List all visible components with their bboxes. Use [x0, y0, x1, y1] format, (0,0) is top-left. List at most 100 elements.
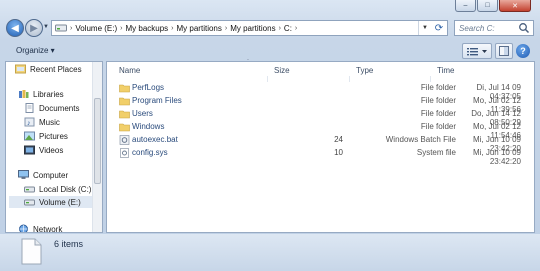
back-button[interactable]: ◀ — [6, 19, 24, 37]
file-size: 24 — [334, 135, 343, 144]
nav-item-videos[interactable]: Videos — [24, 144, 63, 156]
breadcrumb-volume[interactable]: Volume (E:) — [75, 24, 117, 33]
change-view-button[interactable] — [462, 43, 492, 59]
folder-icon — [119, 84, 130, 93]
file-type: File folder — [420, 122, 456, 131]
view-controls: ? — [462, 43, 530, 59]
explorer-window: – □ ✕ ◀ ▶ ▼ › Volume (E:) › My backups ›… — [0, 0, 540, 271]
drive-icon — [24, 199, 35, 206]
help-button[interactable]: ? — [516, 44, 530, 58]
nav-item-volume-e[interactable]: Volume (E:) — [9, 196, 95, 208]
search-icon — [519, 23, 530, 34]
file-time: Mi, Jun 10 09 23:42:20 — [472, 148, 521, 166]
file-row-autoexec[interactable]: autoexec.bat 24 Windows Batch File Mi, J… — [119, 134, 524, 153]
maximize-button[interactable]: □ — [477, 0, 498, 12]
drive-icon — [24, 186, 35, 193]
pictures-icon — [24, 131, 35, 141]
breadcrumb-my-partitions[interactable]: My partitions — [177, 24, 222, 33]
file-size: 10 — [334, 148, 343, 157]
column-header-time[interactable]: Time — [437, 66, 454, 75]
nav-label: Volume (E:) — [39, 197, 81, 207]
nav-item-documents[interactable]: Documents — [24, 102, 79, 114]
svg-text:♪: ♪ — [27, 120, 31, 127]
breadcrumb-separator[interactable]: › — [171, 25, 173, 32]
nav-label: Recent Places — [30, 64, 82, 74]
search-box[interactable]: Search C: — [454, 20, 534, 36]
file-type: File folder — [420, 96, 456, 105]
nav-label: Documents — [39, 103, 80, 113]
column-header-type[interactable]: Type — [356, 66, 373, 75]
file-name: Program Files — [132, 96, 182, 105]
search-input[interactable]: Search C: — [459, 24, 518, 33]
file-type: Windows Batch File — [385, 135, 456, 144]
close-button[interactable]: ✕ — [499, 0, 531, 12]
drive-icon — [55, 24, 67, 32]
file-name: Windows — [132, 122, 165, 131]
address-bar[interactable]: › Volume (E:) › My backups › My partitio… — [51, 20, 448, 36]
breadcrumb-separator[interactable]: › — [295, 25, 297, 32]
breadcrumb-my-partitions-2[interactable]: My partitions — [230, 24, 275, 33]
recent-places-icon — [15, 64, 26, 74]
breadcrumb-separator[interactable]: › — [279, 25, 281, 32]
file-row-users[interactable]: Users File folder Do, Jun 14 12 08:50:29 — [119, 108, 524, 127]
details-pane: 6 items — [0, 234, 540, 271]
nav-scrollbar-thumb[interactable] — [94, 98, 101, 184]
address-dropdown-button[interactable]: ▼ — [418, 21, 431, 35]
details-view-icon — [467, 47, 487, 55]
nav-item-libraries[interactable]: Libraries — [18, 88, 64, 100]
help-icon: ? — [520, 46, 526, 56]
organize-button[interactable]: Organize ▾ — [16, 46, 55, 55]
minimize-button[interactable]: – — [455, 0, 476, 12]
file-name: PerfLogs — [132, 83, 165, 92]
back-arrow-icon: ◀ — [11, 22, 19, 34]
preview-pane-button[interactable] — [495, 43, 513, 59]
item-count: 6 items — [54, 239, 84, 249]
column-header-size[interactable]: Size — [274, 66, 290, 75]
nav-item-local-disk[interactable]: Local Disk (C:) — [24, 183, 91, 195]
title-bar: – □ ✕ — [0, 0, 540, 13]
nav-item-network[interactable]: Network — [18, 223, 63, 233]
sort-indicator-icon: ˆ — [247, 60, 249, 66]
nav-label: Videos — [39, 145, 64, 155]
file-row-windows[interactable]: Windows File folder Mo, Jul 02 12 11:54:… — [119, 121, 524, 140]
nav-label: Music — [39, 117, 60, 127]
nav-scrollbar[interactable] — [92, 62, 102, 232]
breadcrumb-separator[interactable]: › — [120, 25, 122, 32]
file-row-program-files[interactable]: Program Files File folder Mo, Jul 02 12 … — [119, 95, 524, 114]
breadcrumb-separator[interactable]: › — [70, 25, 72, 32]
folder-icon — [119, 97, 130, 106]
nav-item-recent-places[interactable]: Recent Places — [15, 63, 82, 75]
window-controls: – □ ✕ — [455, 0, 531, 12]
column-header-name[interactable]: Name — [119, 66, 140, 75]
breadcrumb-my-backups[interactable]: My backups — [125, 24, 168, 33]
file-list: Name Size Type Time ˆ PerfLogs File fold… — [106, 60, 535, 233]
batch-file-icon — [119, 135, 130, 145]
nav-item-music[interactable]: ♪ Music — [24, 116, 60, 128]
file-type: File folder — [420, 83, 456, 92]
file-row-config[interactable]: config.sys 10 System file Mi, Jun 10 09 … — [119, 147, 524, 166]
file-name: config.sys — [132, 148, 168, 157]
nav-item-computer[interactable]: Computer — [18, 169, 68, 181]
system-file-icon — [120, 148, 129, 158]
forward-button[interactable]: ▶ — [25, 19, 43, 37]
nav-label: Network — [33, 224, 63, 233]
forward-arrow-icon: ▶ — [30, 22, 38, 34]
nav-label: Libraries — [33, 89, 64, 99]
refresh-icon: ⟳ — [434, 22, 444, 34]
refresh-button[interactable]: ⟳ — [431, 21, 447, 35]
document-icon — [21, 238, 42, 265]
nav-item-pictures[interactable]: Pictures — [24, 130, 68, 142]
file-name: Users — [132, 109, 153, 118]
nav-label: Pictures — [39, 131, 68, 141]
breadcrumb-separator[interactable]: › — [225, 25, 227, 32]
breadcrumb-c[interactable]: C: — [284, 24, 292, 33]
file-name: autoexec.bat — [132, 135, 178, 144]
documents-icon — [25, 103, 34, 113]
recent-pages-dropdown[interactable]: ▼ — [43, 24, 49, 30]
command-bar: Organize ▾ ? — [0, 42, 540, 59]
file-row-perflogs[interactable]: PerfLogs File folder Di, Jul 14 09 04:37… — [119, 82, 524, 101]
computer-icon — [18, 170, 29, 179]
network-icon — [19, 224, 28, 232]
navigation-pane: Recent Places Libraries Documents ♪ Musi… — [5, 61, 103, 233]
address-row: ◀ ▶ ▼ › Volume (E:) › My backups › My pa… — [0, 14, 540, 42]
